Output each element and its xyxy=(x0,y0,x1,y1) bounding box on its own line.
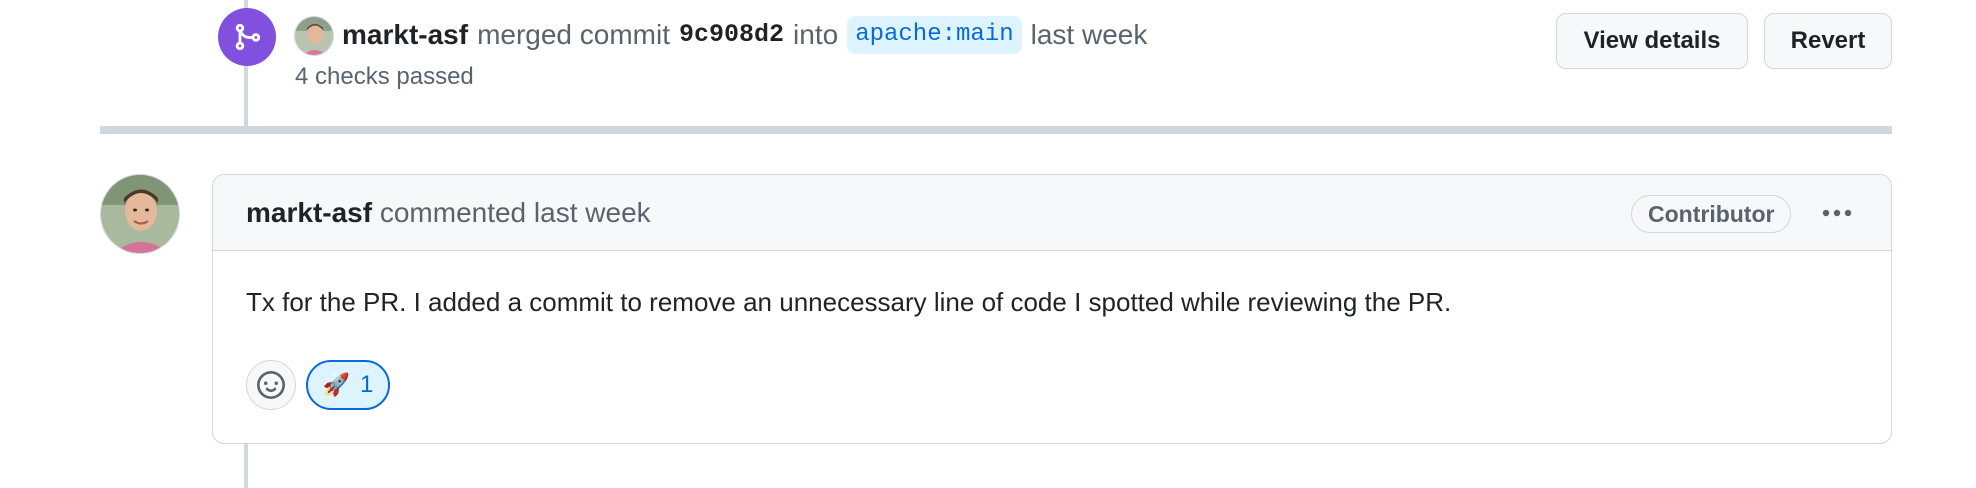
checks-status[interactable]: 4 checks passed xyxy=(295,60,474,94)
comment-body: Tx for the PR. I added a commit to remov… xyxy=(246,287,1452,317)
timeline-connector xyxy=(244,444,248,488)
reaction-rocket-button[interactable]: 🚀 1 xyxy=(306,360,390,410)
into-text: into xyxy=(793,19,839,50)
add-reaction-button[interactable] xyxy=(246,360,296,410)
merge-time[interactable]: last week xyxy=(1031,14,1148,56)
kebab-horizontal-icon[interactable] xyxy=(1813,193,1861,233)
revert-button[interactable]: Revert xyxy=(1764,13,1892,69)
contributor-badge: Contributor xyxy=(1631,195,1792,233)
merge-action-text: merged commit xyxy=(477,19,670,50)
comment-meta: markt-asf commented last week xyxy=(246,193,651,233)
comment-card: markt-asf commented last week Contributo… xyxy=(212,174,1892,444)
view-details-button[interactable]: View details xyxy=(1556,13,1748,69)
commit-sha-link[interactable]: 9c908d2 xyxy=(679,14,784,56)
comment-time[interactable]: last week xyxy=(534,197,651,228)
avatar[interactable] xyxy=(294,16,334,56)
merge-event-summary: markt-asf merged commit 9c908d2 into apa… xyxy=(342,14,1147,56)
comment-header: markt-asf commented last week Contributo… xyxy=(213,175,1891,251)
comment-action-text: commented xyxy=(379,197,527,228)
rocket-icon: 🚀 xyxy=(322,372,351,397)
author-link[interactable]: markt-asf xyxy=(246,197,372,228)
git-merge-icon xyxy=(218,8,276,66)
author-link[interactable]: markt-asf xyxy=(342,14,468,56)
timeline-separator xyxy=(100,126,1892,134)
branch-label[interactable]: apache:main xyxy=(847,16,1022,54)
avatar[interactable] xyxy=(100,174,180,254)
reaction-count: 1 xyxy=(360,371,374,398)
smiley-icon xyxy=(257,371,285,399)
